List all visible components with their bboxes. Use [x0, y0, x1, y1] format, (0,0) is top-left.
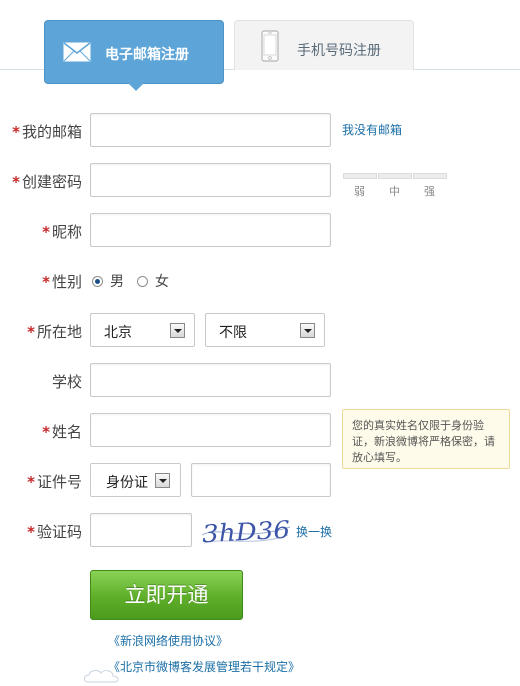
strength-strong-label: 强: [424, 185, 435, 198]
chevron-down-icon[interactable]: [300, 323, 315, 338]
strength-medium-label: 中: [389, 185, 400, 198]
real-name-input[interactable]: [90, 413, 331, 447]
captcha-refresh-link[interactable]: 换一换: [296, 523, 332, 540]
gender-male-label[interactable]: 男: [110, 271, 124, 291]
city-value: 不限: [219, 325, 247, 341]
tab-email-register[interactable]: 电子邮箱注册: [44, 20, 224, 91]
required-mark: *: [12, 173, 20, 191]
strength-medium-segment: [378, 173, 412, 179]
strength-weak-label: 弱: [354, 185, 365, 198]
sina-agreement-link[interactable]: 《新浪网络使用协议》: [108, 632, 228, 649]
id-number-input[interactable]: [191, 463, 331, 497]
captcha-input[interactable]: [90, 513, 192, 547]
strength-weak-segment: [343, 173, 377, 179]
required-mark: *: [27, 323, 35, 341]
envelope-icon: [63, 42, 91, 62]
id-type-select[interactable]: 身份证: [90, 463, 181, 497]
nickname-input[interactable]: [90, 213, 331, 247]
required-mark: *: [12, 123, 20, 141]
password-strength-meter: [343, 173, 447, 180]
tab-phone-register[interactable]: 手机号码注册: [234, 20, 414, 70]
id-type-value: 身份证: [106, 475, 148, 491]
chevron-down-icon[interactable]: [155, 473, 170, 488]
real-name-tip: 您的真实姓名仅限于身份验证，新浪微博将严格保密，请放心填写。: [342, 409, 510, 469]
mobile-phone-icon: [261, 30, 279, 62]
captcha-image[interactable]: 3hD36: [200, 513, 292, 549]
city-select[interactable]: 不限: [205, 313, 325, 347]
password-label: * 创建密码: [12, 173, 82, 191]
tab-pointer: [128, 83, 144, 91]
id-number-label: * 证件号: [27, 473, 82, 491]
submit-button[interactable]: 立即开通: [90, 570, 243, 620]
weibo-regulation-link[interactable]: 《北京市微博客发展管理若干规定》: [108, 658, 300, 675]
province-select[interactable]: 北京: [90, 313, 195, 347]
province-value: 北京: [104, 325, 132, 341]
required-mark: *: [42, 223, 50, 241]
required-mark: *: [27, 473, 35, 491]
captcha-text: 3hD36: [201, 516, 290, 549]
school-label: 学校: [51, 373, 82, 391]
gender-male-radio[interactable]: [92, 276, 103, 287]
school-input[interactable]: [90, 363, 331, 397]
required-mark: *: [42, 423, 50, 441]
gender-female-label[interactable]: 女: [155, 271, 169, 291]
required-mark: *: [42, 273, 50, 291]
gender-label: * 性别: [42, 273, 82, 291]
strength-strong-segment: [413, 173, 447, 179]
chevron-down-icon[interactable]: [170, 323, 185, 338]
captcha-label: * 验证码: [27, 523, 82, 541]
tab-phone-label: 手机号码注册: [297, 43, 381, 59]
real-name-label: * 姓名: [42, 423, 82, 441]
no-email-link[interactable]: 我没有邮箱: [342, 121, 402, 138]
email-input[interactable]: [90, 113, 331, 147]
email-label: * 我的邮箱: [12, 123, 82, 141]
location-label: * 所在地: [27, 323, 82, 341]
password-input[interactable]: [90, 163, 331, 197]
nickname-label: * 昵称: [42, 223, 82, 241]
tab-email-label: 电子邮箱注册: [105, 47, 189, 63]
cloud-decoration-icon: [83, 670, 119, 683]
required-mark: *: [27, 523, 35, 541]
gender-female-radio[interactable]: [137, 276, 148, 287]
